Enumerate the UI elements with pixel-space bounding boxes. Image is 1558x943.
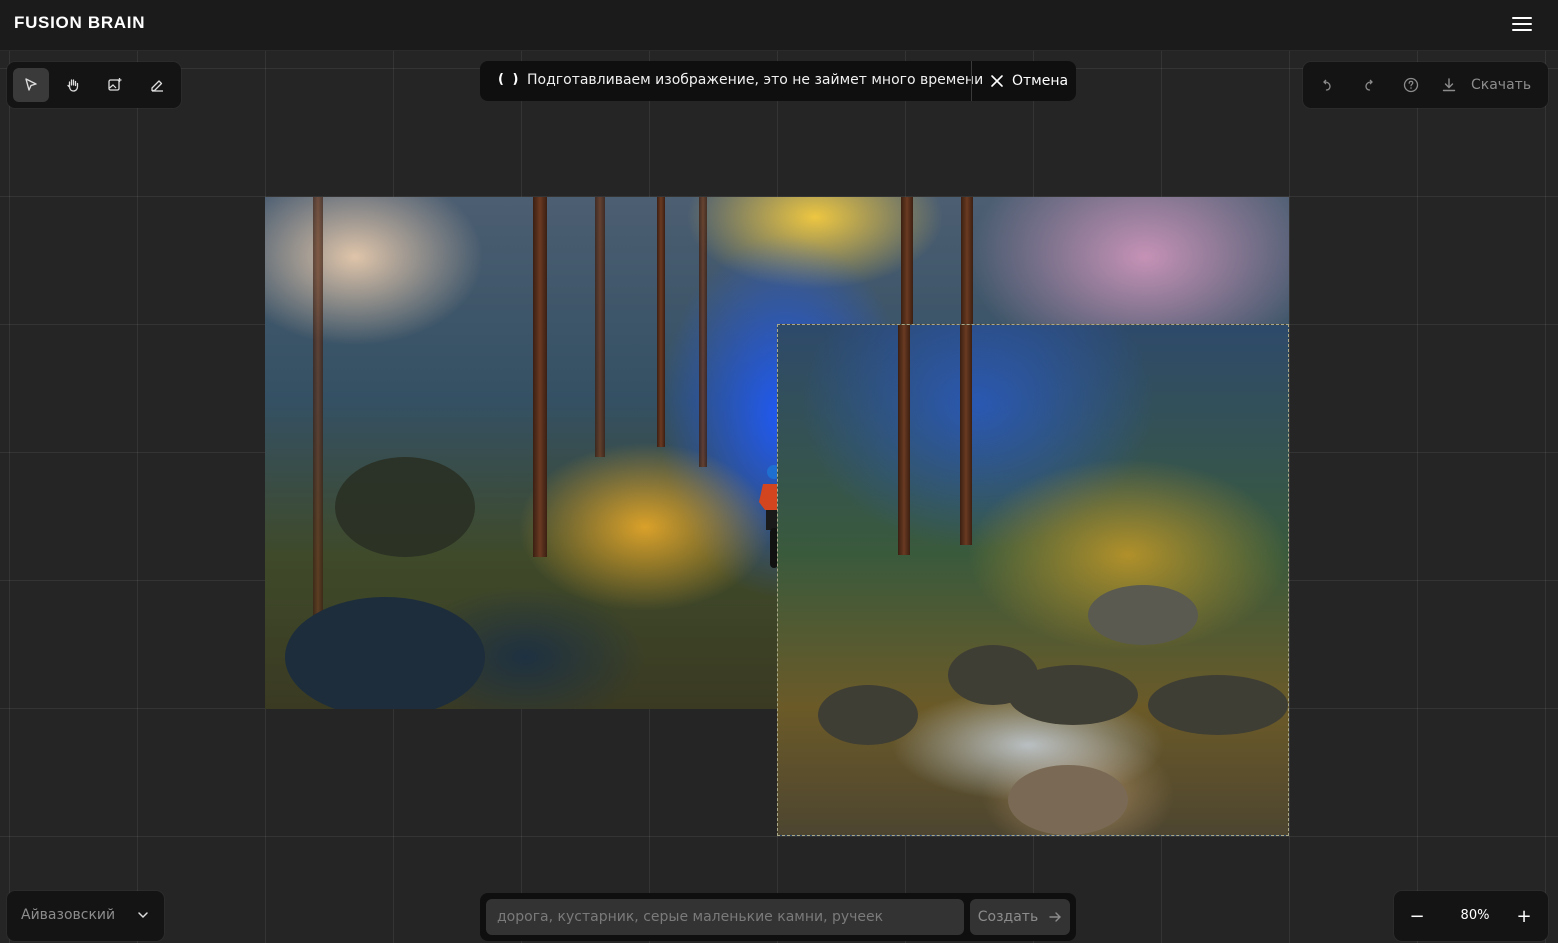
add-image-tool-button[interactable]	[97, 68, 133, 102]
app-logo[interactable]: FUSION BRAIN	[14, 13, 145, 33]
add-image-icon	[108, 78, 122, 91]
cancel-label: Отмена	[1012, 73, 1069, 89]
redo-icon	[1365, 79, 1373, 91]
create-button[interactable]: Создать	[970, 899, 1070, 935]
status-banner: ( ) Подготавливаем изображение, это не з…	[480, 61, 1076, 101]
tree-trunk	[533, 197, 547, 557]
mask-blob	[818, 685, 918, 745]
rock	[285, 597, 485, 709]
undo-icon	[1323, 79, 1331, 91]
redo-button[interactable]	[1353, 70, 1385, 100]
chevron-down-icon	[138, 912, 148, 919]
download-icon	[1442, 78, 1456, 92]
zoom-level: 80%	[1460, 908, 1490, 923]
download-label: Скачать	[1471, 77, 1532, 93]
zoom-in-button[interactable]: +	[1512, 903, 1536, 929]
hand-icon	[67, 79, 79, 92]
top-bar: FUSION BRAIN	[0, 0, 1558, 51]
style-select[interactable]: Айвазовский	[7, 891, 164, 941]
status-message: Подготавливаем изображение, это не займе…	[527, 72, 984, 88]
prompt-bar: Создать	[480, 893, 1076, 941]
undo-button[interactable]	[1311, 70, 1343, 100]
zoom-out-button[interactable]: −	[1405, 903, 1429, 929]
eraser-tool-button[interactable]	[139, 68, 175, 102]
tree-trunk	[699, 197, 707, 467]
cursor-tool-button[interactable]	[13, 68, 49, 102]
cursor-icon	[25, 78, 37, 91]
create-label: Создать	[977, 909, 1039, 925]
tree-trunk	[657, 197, 665, 447]
tree-trunk	[898, 325, 910, 555]
loading-spinner-icon: ( )	[498, 72, 521, 87]
hamburger-menu-icon[interactable]	[1512, 17, 1532, 33]
style-select-value: Айвазовский	[21, 907, 116, 923]
rock	[335, 457, 475, 557]
hand-tool-button[interactable]	[55, 68, 91, 102]
help-icon	[1403, 77, 1419, 93]
tree-trunk	[960, 325, 972, 545]
rock	[1088, 585, 1198, 645]
tree-trunk	[313, 197, 323, 617]
zoom-controls: − 80% +	[1394, 891, 1548, 941]
outpaint-frame[interactable]	[777, 324, 1289, 836]
download-button[interactable]: Скачать	[1441, 70, 1531, 100]
prompt-input[interactable]	[486, 899, 964, 935]
actions-panel: Скачать	[1303, 62, 1548, 108]
rock	[1008, 765, 1128, 835]
mask-blob	[1148, 675, 1288, 735]
divider	[971, 61, 972, 101]
arrow-right-icon	[1049, 912, 1062, 922]
close-icon	[991, 75, 1003, 87]
mask-blob	[1008, 665, 1138, 725]
eraser-icon	[151, 80, 163, 92]
cancel-button[interactable]: Отмена	[980, 61, 1072, 101]
help-button[interactable]	[1395, 70, 1427, 100]
tools-panel	[7, 62, 181, 108]
tree-trunk	[595, 197, 605, 457]
